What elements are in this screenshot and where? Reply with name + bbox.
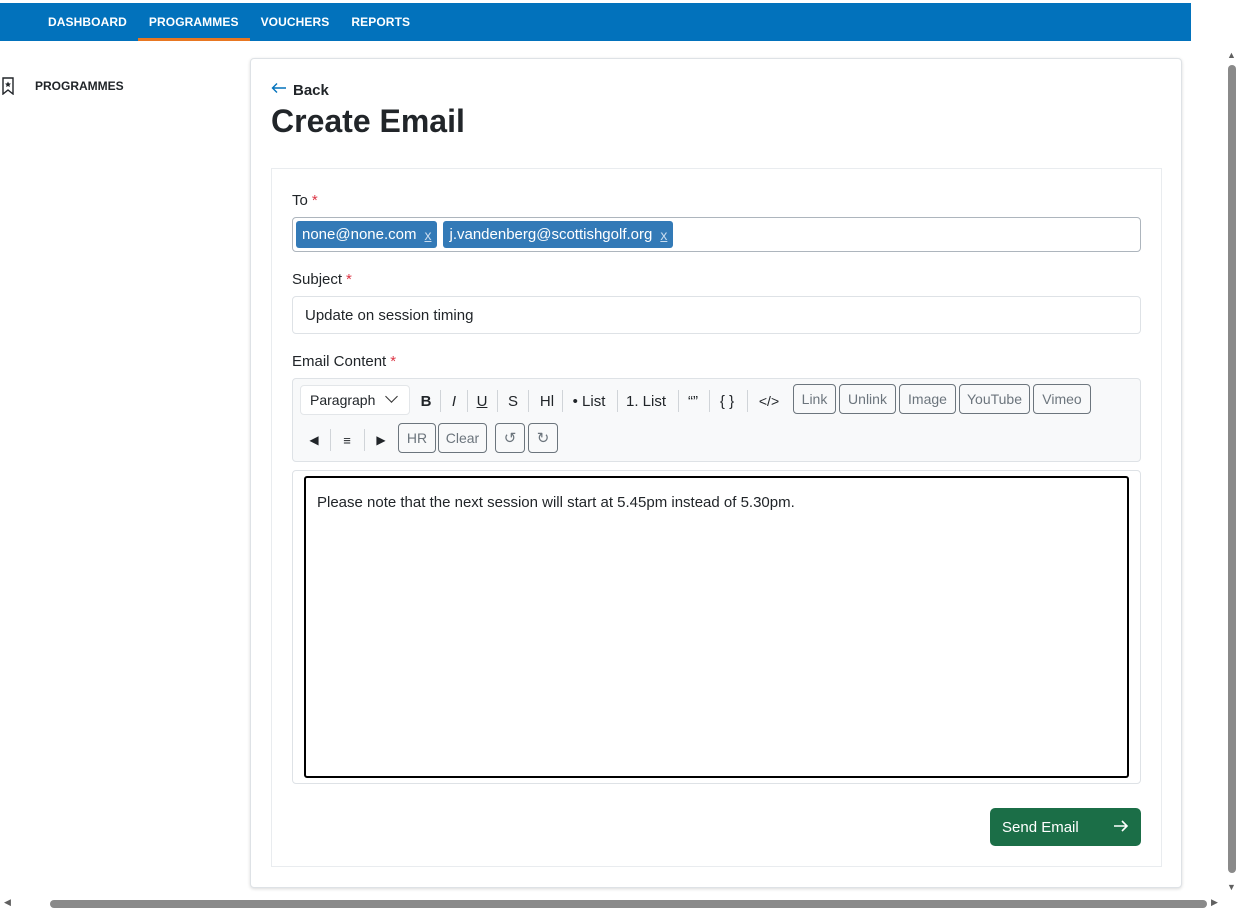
nav-item-dashboard[interactable]: DASHBOARD	[37, 3, 138, 41]
block-type-value: Paragraph	[310, 392, 376, 408]
remove-recipient-button[interactable]: x	[660, 227, 667, 243]
scroll-up-icon[interactable]: ▲	[1227, 50, 1236, 60]
nav-item-programmes[interactable]: PROGRAMMES	[137, 3, 250, 41]
topbar-white-block	[1025, 0, 1152, 3]
toolbar-separator	[364, 429, 365, 451]
scroll-right-icon[interactable]: ▶	[1211, 897, 1218, 908]
subject-label: Subject *	[292, 271, 352, 288]
vertical-scroll-thumb[interactable]	[1228, 65, 1236, 873]
toolbar-separator	[467, 390, 468, 412]
vimeo-button[interactable]: Vimeo	[1033, 384, 1091, 414]
sidebar-item-programmes[interactable]: PROGRAMMES	[0, 77, 124, 96]
block-type-select[interactable]: Paragraph	[300, 385, 410, 415]
to-label-text: To	[292, 192, 308, 209]
redo-button[interactable]: ↻	[528, 423, 558, 453]
recipients-input[interactable]: none@none.com x j.vandenberg@scottishgol…	[292, 217, 1141, 252]
vertical-scrollbar[interactable]: ▲ ▼	[1225, 0, 1239, 898]
clear-format-button[interactable]: Clear	[438, 423, 487, 453]
align-right-button[interactable]: ▶	[373, 429, 389, 451]
toolbar-separator	[330, 429, 331, 451]
scroll-down-icon[interactable]: ▼	[1227, 882, 1236, 892]
page-title: Create Email	[271, 103, 465, 139]
chevron-down-icon	[385, 390, 398, 403]
strikethrough-button[interactable]: S	[505, 390, 521, 412]
code-block-button[interactable]: { }	[716, 390, 738, 412]
toolbar-separator	[440, 390, 441, 412]
recipient-chip: none@none.com x	[296, 221, 438, 248]
bullet-list-button[interactable]: • List	[568, 390, 610, 412]
link-button[interactable]: Link	[793, 384, 836, 414]
remove-recipient-button[interactable]: x	[424, 227, 431, 243]
subject-input[interactable]	[292, 296, 1141, 334]
to-label: To *	[292, 192, 318, 209]
youtube-button[interactable]: YouTube	[959, 384, 1030, 414]
undo-button[interactable]: ↺	[495, 423, 525, 453]
nav-item-vouchers[interactable]: VOUCHERS	[250, 3, 341, 41]
sidebar-item-label: PROGRAMMES	[35, 79, 124, 93]
required-mark: *	[346, 271, 352, 288]
toolbar-separator	[709, 390, 710, 412]
horizontal-rule-button[interactable]: HR	[398, 423, 436, 453]
align-left-button[interactable]: ◀	[306, 429, 322, 451]
nav-item-reports[interactable]: REPORTS	[340, 3, 421, 41]
bookmark-icon	[1, 77, 15, 96]
email-content-label-text: Email Content	[292, 353, 387, 370]
recipient-chip: j.vandenberg@scottishgolf.org x	[443, 221, 674, 248]
subject-label-text: Subject	[292, 271, 343, 288]
arrow-right-icon	[1113, 817, 1129, 838]
italic-button[interactable]: I	[448, 390, 460, 412]
quote-button[interactable]: “”	[685, 390, 701, 412]
send-email-button[interactable]: Send Email	[990, 808, 1141, 846]
horizontal-scroll-thumb[interactable]	[50, 900, 1207, 908]
inline-code-button[interactable]: </>	[754, 390, 784, 412]
send-email-label: Send Email	[1002, 818, 1079, 836]
toolbar-separator	[617, 390, 618, 412]
align-center-button[interactable]: ≡	[339, 429, 355, 451]
underline-button[interactable]: U	[474, 390, 490, 412]
recipient-email: none@none.com	[302, 226, 417, 243]
back-label: Back	[293, 81, 329, 99]
heading-button[interactable]: Hl	[536, 390, 558, 412]
back-link[interactable]: Back	[271, 81, 329, 99]
horizontal-scrollbar[interactable]: ◀ ▶	[0, 897, 1225, 911]
email-content-label: Email Content *	[292, 353, 396, 370]
unlink-button[interactable]: Unlink	[839, 384, 896, 414]
toolbar-separator	[528, 390, 529, 412]
arrow-left-icon	[271, 81, 287, 99]
top-navigation: DASHBOARD PROGRAMMES VOUCHERS REPORTS	[0, 0, 1191, 41]
required-mark: *	[311, 192, 318, 209]
required-mark: *	[390, 353, 397, 370]
scroll-left-icon[interactable]: ◀	[4, 897, 11, 908]
toolbar-separator	[497, 390, 498, 412]
toolbar-separator	[747, 390, 748, 412]
recipient-email: j.vandenberg@scottishgolf.org	[449, 226, 653, 243]
ordered-list-button[interactable]: 1. List	[624, 390, 668, 412]
email-content-editor[interactable]: Please note that the next session will s…	[304, 476, 1129, 778]
bold-button[interactable]: B	[418, 390, 434, 412]
image-button[interactable]: Image	[899, 384, 956, 414]
toolbar-separator	[678, 390, 679, 412]
toolbar-separator	[562, 390, 563, 412]
